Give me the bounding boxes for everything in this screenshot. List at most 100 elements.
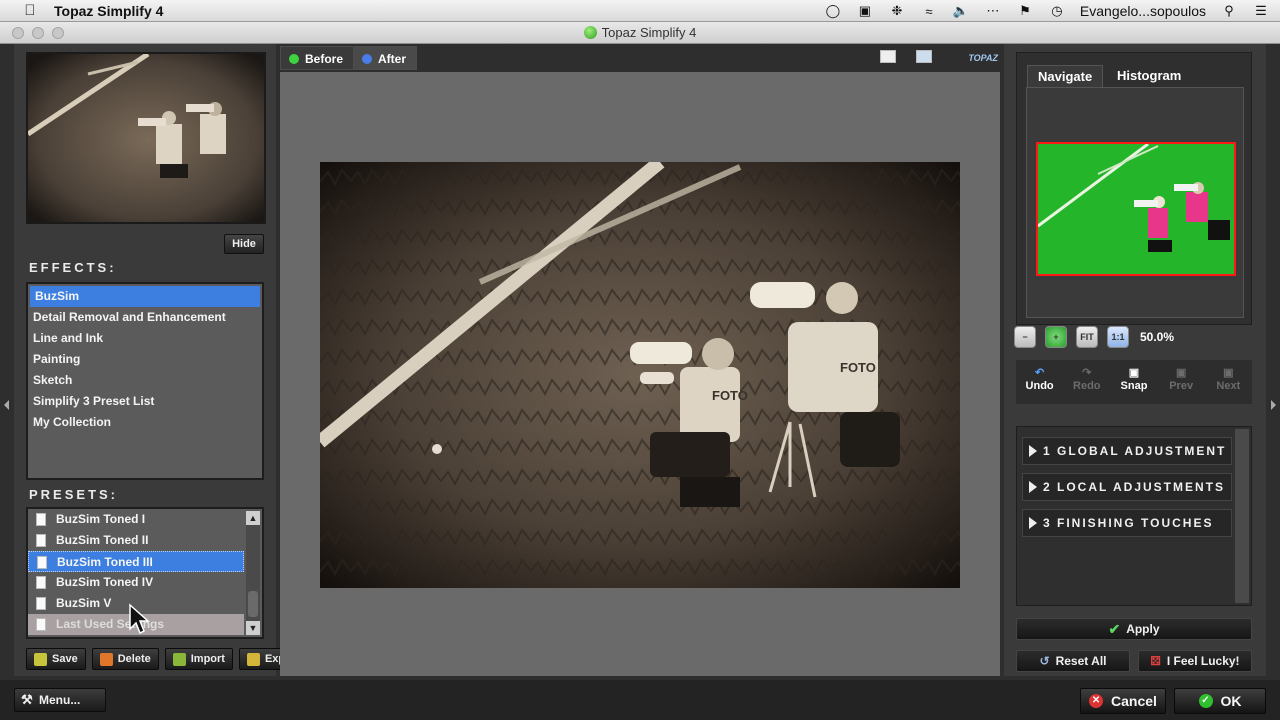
reset-all-button[interactable]: ↺ Reset All (1016, 650, 1130, 672)
navigator-panel: Navigate Histogram (1016, 52, 1252, 325)
hide-preview-button[interactable]: Hide (224, 234, 264, 254)
document-icon (36, 618, 46, 631)
local-adjustments-section[interactable]: 2 LOCAL ADJUSTMENTS (1022, 473, 1232, 501)
apply-button[interactable]: ✔ Apply (1016, 618, 1252, 640)
window-title: Topaz Simplify 4 (0, 25, 1280, 40)
bottom-bar: ⚒ Menu... ✕ Cancel ✓ OK (0, 680, 1280, 720)
navigator-image (1038, 144, 1234, 274)
wifi-icon[interactable]: ≈ (920, 4, 938, 19)
app-menu-name[interactable]: Topaz Simplify 4 (54, 3, 163, 19)
single-view-icon[interactable] (880, 50, 896, 63)
redo-button[interactable]: ↷ Redo (1065, 360, 1109, 404)
document-icon (37, 556, 47, 569)
undo-button[interactable]: ↶ Undo (1018, 360, 1062, 404)
effect-item-detail-removal[interactable]: Detail Removal and Enhancement (28, 307, 262, 328)
app-body: Hide EFFECTS: BuzSim Detail Removal and … (0, 44, 1280, 720)
navigator-canvas (1026, 87, 1244, 318)
snap-button[interactable]: ▣ Snap (1112, 360, 1156, 404)
prev-button[interactable]: ▣ Prev (1159, 360, 1203, 404)
scroll-thumb[interactable] (248, 591, 258, 617)
left-panel: Hide EFFECTS: BuzSim Detail Removal and … (14, 44, 308, 676)
document-icon (36, 513, 46, 526)
tab-navigate[interactable]: Navigate (1027, 65, 1104, 87)
apple-menu-icon[interactable]:  (20, 2, 40, 19)
user-name[interactable]: Evangelo...sopoulos (1080, 3, 1206, 19)
effect-item-sketch[interactable]: Sketch (28, 370, 262, 391)
document-icon (36, 534, 46, 547)
zoom-controls: − + FIT 1:1 50.0% (1014, 326, 1174, 348)
next-snapshot-icon: ▣ (1223, 367, 1234, 379)
more-icon[interactable]: ⋯ (984, 3, 1002, 18)
right-panel: Navigate Histogram − + FIT 1:1 50.0% ↶ U… (1004, 44, 1266, 676)
spotlight-icon[interactable]: ⚲ (1220, 3, 1238, 18)
finishing-touches-section[interactable]: 3 FINISHING TOUCHES (1022, 509, 1232, 537)
scroll-down-icon[interactable]: ▼ (246, 621, 260, 635)
menu-button[interactable]: ⚒ Menu... (14, 688, 106, 712)
cancel-icon: ✕ (1089, 694, 1104, 708)
preset-item[interactable]: BuzSim Toned IV (28, 572, 244, 593)
zoom-fit-button[interactable]: FIT (1076, 326, 1098, 348)
cancel-button[interactable]: ✕ Cancel (1080, 688, 1166, 714)
svg-text:FOTO: FOTO (712, 388, 748, 403)
preview-thumbnail (26, 52, 266, 224)
volume-icon[interactable]: 🔈 (952, 3, 970, 18)
zoom-in-button[interactable]: + (1045, 326, 1067, 348)
feel-lucky-button[interactable]: ⚄ I Feel Lucky! (1138, 650, 1252, 672)
effect-item-painting[interactable]: Painting (28, 349, 262, 370)
dice-icon: ⚄ (1150, 654, 1161, 668)
preset-item-selected[interactable]: BuzSim Toned III (28, 551, 244, 572)
zoom-out-button[interactable]: − (1014, 326, 1036, 348)
tab-after[interactable]: After (353, 46, 418, 70)
import-icon (172, 652, 186, 666)
scroll-up-icon[interactable]: ▲ (246, 511, 260, 525)
topaz-logo: TOPAZ (968, 53, 998, 63)
tab-histogram[interactable]: Histogram (1107, 65, 1191, 87)
effect-item-line-and-ink[interactable]: Line and Ink (28, 328, 262, 349)
reset-icon: ↺ (1039, 654, 1050, 668)
preset-item[interactable]: BuzSim Toned II (28, 530, 244, 551)
delete-preset-button[interactable]: Delete (91, 648, 159, 670)
prev-snapshot-icon: ▣ (1175, 367, 1187, 379)
presets-heading: PRESETS: (29, 487, 119, 502)
collapse-right-arrow-icon[interactable] (1271, 400, 1276, 410)
ok-check-icon: ✓ (1198, 694, 1213, 708)
flag-icon[interactable]: ⚑ (1016, 3, 1034, 18)
collapse-left-arrow-icon[interactable] (4, 400, 9, 410)
delete-icon (99, 652, 113, 666)
notification-list-icon[interactable]: ☰ (1252, 3, 1270, 18)
ok-button[interactable]: ✓ OK (1174, 688, 1266, 714)
global-adjustment-section[interactable]: 1 GLOBAL ADJUSTMENT (1022, 437, 1232, 465)
topaz-app-icon (583, 26, 597, 39)
zoom-actual-button[interactable]: 1:1 (1107, 326, 1129, 348)
presets-scrollbar[interactable]: ▲ ▼ (246, 511, 260, 635)
sync-icon[interactable]: ◯ (824, 3, 842, 18)
import-preset-button[interactable]: Import (164, 648, 233, 670)
adjustments-scrollbar[interactable] (1235, 429, 1249, 603)
history-toolbar: ↶ Undo ↷ Redo ▣ Snap ▣ Prev ▣ Next (1016, 360, 1252, 404)
mouse-cursor-icon (129, 603, 150, 635)
presets-list: BuzSim Toned I BuzSim Toned II BuzSim To… (26, 507, 264, 639)
adjustments-panel: 1 GLOBAL ADJUSTMENT 2 LOCAL ADJUSTMENTS … (1016, 426, 1252, 606)
effect-item-simplify3-presets[interactable]: Simplify 3 Preset List (28, 391, 262, 412)
status-dot-icon (289, 54, 299, 64)
next-button[interactable]: ▣ Next (1206, 360, 1250, 404)
tab-before[interactable]: Before (280, 46, 355, 70)
snapshot-icon: ▣ (1128, 367, 1140, 379)
checkmark-icon: ✔ (1108, 620, 1121, 637)
network-icon[interactable]: ❉ (888, 3, 906, 18)
split-view-icon[interactable] (916, 50, 932, 63)
preset-item[interactable]: BuzSim Toned I (28, 509, 244, 530)
navigator-thumbnail[interactable] (1036, 142, 1236, 276)
zoom-level: 50.0% (1140, 330, 1175, 344)
status-dot-icon (362, 54, 372, 64)
camera-icon[interactable]: ▣ (856, 3, 874, 18)
save-preset-button[interactable]: Save (26, 648, 86, 670)
effects-list: BuzSim Detail Removal and Enhancement Li… (26, 282, 264, 480)
effect-item-my-collection[interactable]: My Collection (28, 412, 262, 433)
effect-item-buzsim[interactable]: BuzSim (30, 286, 260, 307)
document-icon (36, 576, 46, 589)
clock-icon[interactable]: ◷ (1048, 3, 1066, 18)
status-area: ◯ ▣ ❉ ≈ 🔈 ⋯ ⚑ ◷ Evangelo...sopoulos ⚲ ☰ (824, 0, 1270, 22)
preset-buttons: Save Delete Import Export (26, 648, 308, 670)
save-icon (34, 652, 47, 666)
